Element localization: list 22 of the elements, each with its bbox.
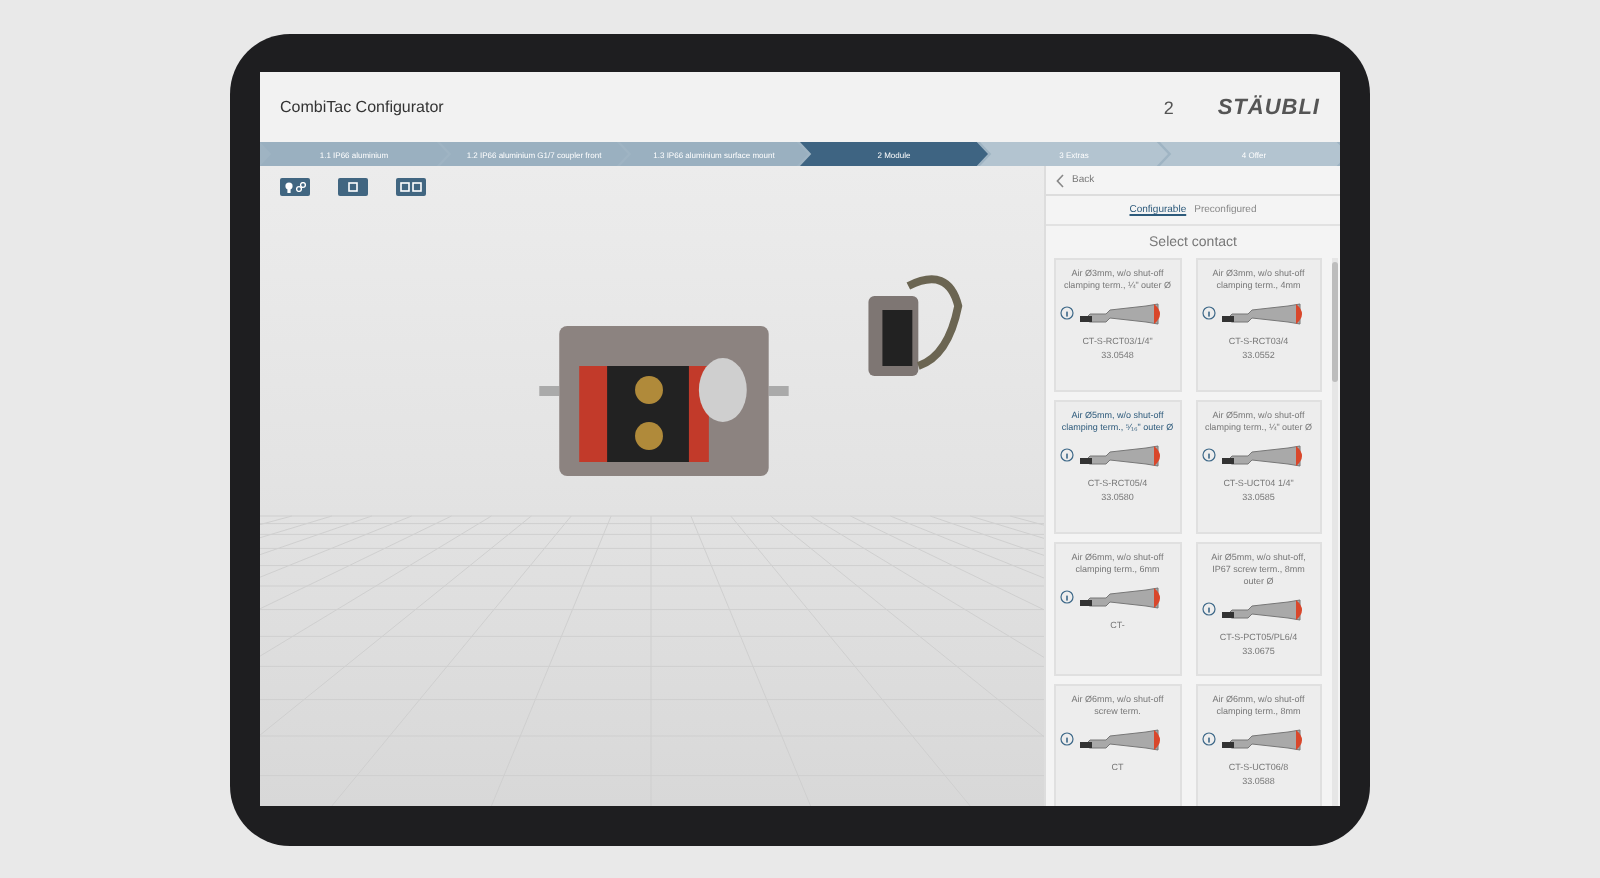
link-icon [296,182,306,192]
module-drawing[interactable] [868,275,963,376]
view-toggle-button[interactable] [338,178,368,196]
view-toggle-button[interactable] [396,178,426,196]
info-icon [1201,306,1215,321]
scrollbar[interactable] [1332,258,1338,806]
info-icon [1201,448,1215,463]
info-icon [1201,602,1215,617]
info-icon [1060,306,1074,321]
view-toggle-button[interactable] [280,178,310,196]
square-icon [348,182,358,192]
info-icon [1201,732,1215,747]
info-icon [1060,590,1074,605]
brand-logo: STÄUBLI [1217,95,1320,119]
light-bulb-icon [284,181,294,193]
info-icon [1060,732,1074,747]
3d-viewport[interactable] [260,166,1044,806]
chevron-left-icon [1056,173,1064,187]
app-title: CombiTac Configurator [280,98,446,116]
step-count: 2 [1163,97,1174,117]
info-icon [1060,448,1074,463]
module-drawing[interactable] [539,326,789,476]
